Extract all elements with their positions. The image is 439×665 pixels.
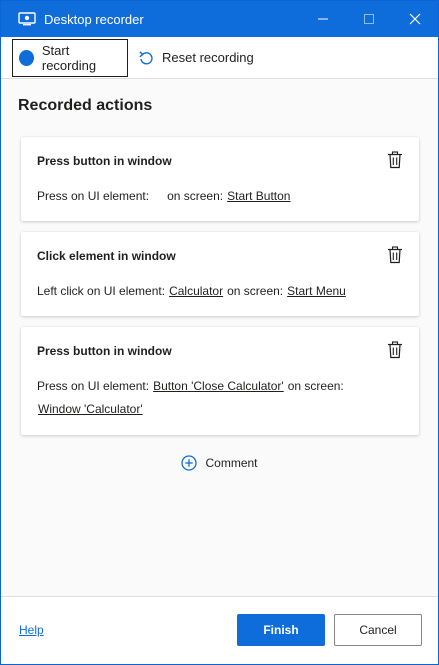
start-recording-label: Start recording [41,42,97,73]
window-title: Desktop recorder [44,11,144,27]
footer: Help Finish Cancel [1,596,438,664]
action-title: Click element in window [37,249,176,263]
add-comment-button[interactable]: Comment [1,455,438,471]
action-screen-link[interactable]: Start Button [227,189,290,203]
action-card: Click element in window Left click on UI… [21,232,419,316]
action-prefix: Press on UI element: [37,379,150,393]
minimize-icon [318,18,328,20]
trash-icon[interactable] [387,151,403,169]
recorded-actions-panel: Recorded actions Press button in window … [1,79,438,596]
close-button[interactable] [392,1,438,37]
title-bar: Desktop recorder [1,1,438,37]
maximize-button[interactable] [346,1,392,37]
trash-icon[interactable] [387,341,403,359]
action-title: Press button in window [37,344,172,358]
action-description-line2: Window 'Calculator' [38,402,143,416]
action-title: Press button in window [37,154,172,168]
action-card: Press button in window Press on UI eleme… [21,327,419,435]
action-mid: on screen: [167,189,224,203]
action-mid: on screen: [227,284,284,298]
action-prefix: Left click on UI element: [37,284,166,298]
action-element-link[interactable]: Calculator [169,284,223,298]
action-mid: on screen: [287,379,344,393]
minimize-button[interactable] [300,1,346,37]
action-element-link[interactable]: Button 'Close Calculator' [153,379,284,393]
start-recording-button[interactable]: Start recording [12,38,128,77]
action-screen-link[interactable]: Window 'Calculator' [38,402,143,416]
action-description: Press on UI element: on screen: Start Butt… [37,189,290,203]
help-link[interactable]: Help [19,623,44,637]
action-description: Press on UI element: Button 'Close Calcul… [37,379,344,393]
finish-button[interactable]: Finish [237,614,325,646]
action-prefix: Press on UI element: [37,189,150,203]
toolbar: Start recording Reset recording [1,37,438,79]
reset-recording-button[interactable]: Reset recording [132,39,260,77]
monitor-icon [18,12,36,26]
action-description: Left click on UI element: Calculator on sc… [37,284,346,298]
reset-recording-label: Reset recording [162,50,254,65]
add-circle-icon [181,455,198,471]
maximize-icon [364,14,374,24]
desktop-recorder-window: Desktop recorder Start recording Reset r… [0,0,439,665]
action-card: Press button in window Press on UI eleme… [21,137,419,221]
comment-label: Comment [205,456,258,470]
trash-icon[interactable] [387,246,403,264]
section-title: Recorded actions [18,97,153,114]
undo-arrow-icon [139,50,153,64]
record-dot-icon [19,49,34,66]
cancel-button[interactable]: Cancel [334,614,422,646]
close-icon [409,13,421,25]
action-screen-link[interactable]: Start Menu [287,284,346,298]
